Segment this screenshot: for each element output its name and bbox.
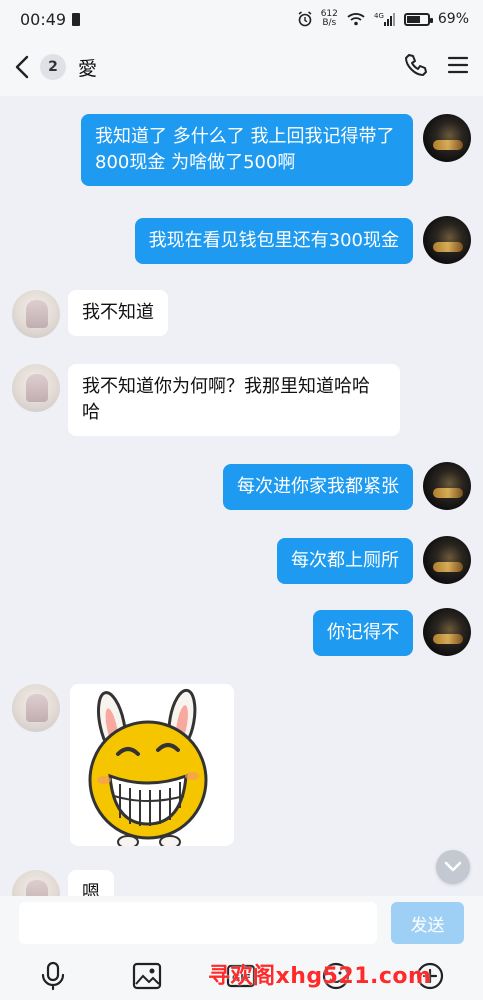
back-icon[interactable] [12, 54, 32, 80]
send-button[interactable]: 发送 [391, 902, 464, 944]
net-speed-unit: B/s [322, 18, 337, 28]
contact-name: 愛 [78, 57, 98, 80]
message-bubble[interactable]: 每次进你家我都紧张 [223, 464, 413, 510]
contact-avatar[interactable] [12, 870, 60, 896]
my-avatar[interactable] [423, 608, 471, 656]
my-avatar[interactable] [423, 216, 471, 264]
phone-icon[interactable] [403, 52, 429, 82]
my-avatar[interactable] [423, 114, 471, 162]
message-input[interactable] [19, 902, 377, 944]
message-bubble[interactable]: 嗯 [68, 870, 114, 896]
chat-messages[interactable]: 我知道了 多什么了 我上回我记得带了800现金 为啥做了500啊 我现在看见钱包… [0, 96, 483, 896]
my-avatar[interactable] [423, 536, 471, 584]
sticker-message[interactable] [70, 684, 234, 846]
message-bubble[interactable]: 每次都上厕所 [277, 538, 413, 584]
message-bubble[interactable]: 我现在看见钱包里还有300现金 [134, 218, 413, 264]
menu-icon[interactable] [447, 55, 469, 79]
message-bubble[interactable]: 我不知道你为何啊？我那里知道哈哈哈 [68, 364, 400, 436]
laughing-bunny-emoji-icon [88, 688, 208, 846]
image-icon[interactable] [130, 959, 164, 993]
status-bar: 00:49 612 B/s 4G 69% [0, 0, 483, 38]
message-bubble[interactable]: 我知道了 多什么了 我上回我记得带了800现金 为啥做了500啊 [81, 114, 413, 186]
my-avatar[interactable] [423, 462, 471, 510]
contact-avatar[interactable] [12, 290, 60, 338]
battery-percent: 69% [437, 11, 469, 27]
header-actions [403, 52, 469, 82]
unread-badge[interactable]: 2 [40, 54, 66, 80]
wifi-icon [347, 13, 365, 26]
chat-header: 2 愛 [0, 38, 483, 96]
message-bubble[interactable]: 你记得不 [313, 610, 413, 656]
scroll-to-bottom-button[interactable] [436, 850, 470, 884]
net-speed: 612 B/s [321, 10, 338, 28]
microphone-icon[interactable] [36, 959, 70, 993]
contact-avatar[interactable] [12, 364, 60, 412]
sim-icon [72, 12, 81, 26]
signal-4g-icon: 4G [374, 12, 395, 26]
status-right: 612 B/s 4G 69% [297, 10, 469, 28]
status-time: 00:49 [20, 9, 67, 29]
contact-avatar[interactable] [12, 684, 60, 732]
battery-icon [403, 12, 433, 26]
alarm-icon [298, 11, 312, 27]
svg-text:4G: 4G [374, 12, 384, 20]
message-bubble[interactable]: 我不知道 [68, 290, 168, 336]
watermark: 寻欢阁xhg521.com [208, 964, 432, 989]
chevron-down-icon [444, 861, 462, 872]
